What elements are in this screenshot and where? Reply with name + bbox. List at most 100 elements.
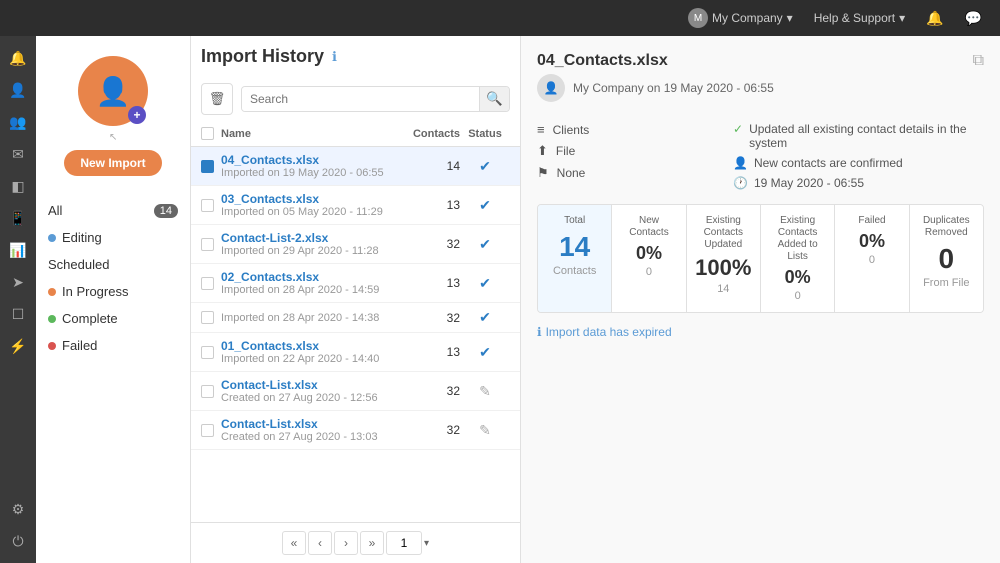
filter-list: All 14 Editing Scheduled In Progress [36, 192, 190, 364]
delete-button[interactable]: 🗑 [201, 83, 233, 115]
row-contacts: 32 [395, 423, 460, 437]
detail-note-3: 19 May 2020 - 06:55 [754, 176, 864, 190]
help-chevron: ▾ [899, 11, 905, 25]
gear-icon[interactable]: ⚙ [4, 495, 32, 523]
status-complete-icon: ✔ [479, 236, 491, 253]
stat-existing-added: Existing Contacts Added to Lists 0% 0 [761, 205, 835, 312]
stat-existing-updated-label: Existing Contacts Updated [695, 215, 752, 251]
row-checkbox[interactable] [201, 238, 214, 251]
first-page-button[interactable]: « [282, 531, 306, 555]
table-row[interactable]: 03_Contacts.xlsx Imported on 05 May 2020… [191, 186, 520, 225]
chat-btn[interactable]: 💬 [957, 6, 990, 31]
stat-new-sub: 0 [620, 266, 677, 278]
row-filename: Contact-List.xlsx [221, 417, 395, 431]
send-icon[interactable]: ➤ [4, 268, 32, 296]
row-filename: 03_Contacts.xlsx [221, 192, 395, 206]
avatar[interactable]: 👤 + [78, 56, 148, 126]
search-input[interactable] [242, 87, 479, 111]
add-avatar-icon: + [128, 106, 146, 124]
avatar-area: 👤 + ↖ New Import [36, 46, 190, 192]
row-date: Created on 27 Aug 2020 - 12:56 [221, 392, 395, 404]
page-title: Import History [201, 46, 324, 67]
bell-icon[interactable]: 🔔 [4, 44, 32, 72]
table-header: Name Contacts Status [191, 121, 520, 147]
row-checkbox[interactable] [201, 277, 214, 290]
next-page-button[interactable]: › [334, 531, 358, 555]
company-label: My Company [712, 11, 783, 25]
copy-icon[interactable]: ⧉ [973, 52, 984, 70]
row-checkbox[interactable] [201, 385, 214, 398]
stat-failed-label: Failed [843, 215, 900, 227]
topbar: M My Company ▾ Help & Support ▾ 🔔 💬 [0, 0, 1000, 36]
prev-page-button[interactable]: ‹ [308, 531, 332, 555]
help-circle-icon[interactable]: ℹ [332, 49, 337, 65]
stats-grid: Total 14 Contacts New Contacts 0% 0 Exis… [537, 204, 984, 313]
filter-failed-label: Failed [62, 338, 97, 353]
filter-failed[interactable]: Failed [36, 332, 190, 359]
status-edit-icon: ✎ [479, 422, 491, 439]
mobile-icon[interactable]: 📱 [4, 204, 32, 232]
complete-dot [48, 315, 56, 323]
email-icon[interactable]: ✉ [4, 140, 32, 168]
row-filename: 04_Contacts.xlsx [221, 153, 395, 167]
company-avatar: M [688, 8, 708, 28]
col-contacts-header: Contacts [395, 128, 460, 140]
table-row[interactable]: 01_Contacts.xlsx Imported on 22 Apr 2020… [191, 333, 520, 372]
row-filename: 01_Contacts.xlsx [221, 339, 395, 353]
row-contacts: 13 [395, 276, 460, 290]
stat-new-label: New Contacts [620, 215, 677, 239]
help-menu[interactable]: Help & Support ▾ [806, 7, 913, 29]
user-icon[interactable]: 👤 [4, 76, 32, 104]
table-row[interactable]: 04_Contacts.xlsx Imported on 19 May 2020… [191, 147, 520, 186]
row-checkbox[interactable] [201, 199, 214, 212]
stat-existing-added-value: 0% [769, 267, 826, 288]
new-import-button[interactable]: New Import [64, 150, 161, 176]
bolt-icon[interactable]: ⚡ [4, 332, 32, 360]
table-row[interactable]: 02_Contacts.xlsx Imported on 28 Apr 2020… [191, 264, 520, 303]
table-row[interactable]: Contact-List-2.xlsx Imported on 29 Apr 2… [191, 225, 520, 264]
row-checkbox[interactable] [201, 346, 214, 359]
detail-meta-text: My Company on 19 May 2020 - 06:55 [573, 81, 774, 95]
info-note[interactable]: ℹ Import data has expired [537, 325, 984, 339]
last-page-button[interactable]: » [360, 531, 384, 555]
table-row[interactable]: Contact-List.xlsx Created on 27 Aug 2020… [191, 411, 520, 450]
stat-existing-updated: Existing Contacts Updated 100% 14 [687, 205, 761, 312]
filter-all-badge: 14 [154, 204, 178, 218]
page-number-input[interactable] [386, 531, 422, 555]
filter-scheduled[interactable]: Scheduled [36, 251, 190, 278]
power-icon[interactable]: ⏻ [4, 527, 32, 555]
stat-failed-sub: 0 [843, 254, 900, 266]
chart-icon[interactable]: 📊 [4, 236, 32, 264]
filter-in-progress[interactable]: In Progress [36, 278, 190, 305]
row-checkbox[interactable] [201, 424, 214, 437]
stat-new-contacts: New Contacts 0% 0 [612, 205, 686, 312]
select-all-checkbox[interactable] [201, 127, 214, 140]
status-complete-icon: ✔ [479, 275, 491, 292]
contacts-icon[interactable]: 👥 [4, 108, 32, 136]
table-row[interactable]: Imported on 28 Apr 2020 - 14:38 32 ✔ [191, 303, 520, 333]
row-contacts: 13 [395, 345, 460, 359]
stat-new-value: 0% [620, 243, 677, 264]
filter-all[interactable]: All 14 [36, 197, 190, 224]
search-box: 🔍 [241, 86, 510, 112]
stat-duplicates-sub: From File [918, 277, 975, 289]
help-label: Help & Support [814, 11, 895, 25]
filter-complete-label: Complete [62, 311, 118, 326]
status-complete-icon: ✔ [479, 344, 491, 361]
row-checkbox[interactable] [201, 311, 214, 324]
table-row[interactable]: Contact-List.xlsx Created on 27 Aug 2020… [191, 372, 520, 411]
status-complete-icon: ✔ [479, 309, 491, 326]
col-name-header: Name [221, 128, 395, 140]
pagination: « ‹ › » ▾ [191, 522, 520, 563]
notifications-btn[interactable]: 🔔 [918, 6, 951, 31]
company-menu[interactable]: M My Company ▾ [680, 4, 801, 32]
stat-total-label: Total [546, 215, 603, 227]
row-checkbox[interactable] [201, 160, 214, 173]
box-icon[interactable]: ☐ [4, 300, 32, 328]
detail-meta: 👤 My Company on 19 May 2020 - 06:55 [537, 74, 774, 102]
filter-complete[interactable]: Complete [36, 305, 190, 332]
search-button[interactable]: 🔍 [479, 87, 509, 111]
layers-icon[interactable]: ◧ [4, 172, 32, 200]
row-date: Imported on 29 Apr 2020 - 11:28 [221, 245, 395, 257]
filter-editing[interactable]: Editing [36, 224, 190, 251]
